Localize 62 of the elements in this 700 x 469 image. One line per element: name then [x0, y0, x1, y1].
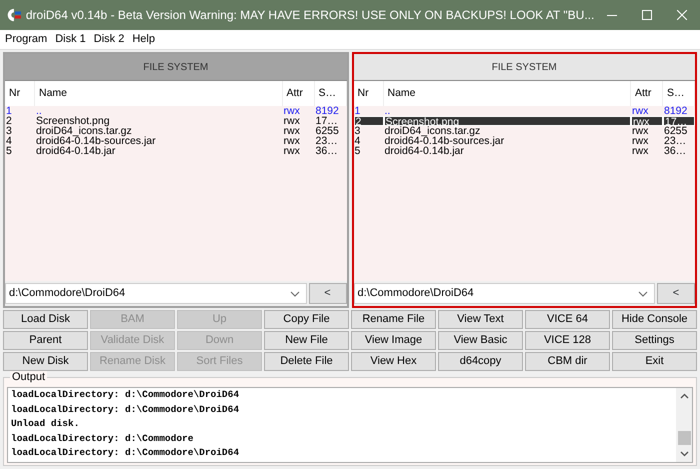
action-button[interactable]: VICE 64	[525, 310, 610, 329]
scroll-up-icon[interactable]	[680, 393, 688, 399]
path-dropdown[interactable]: d:\Commodore\DroiD64	[354, 283, 655, 304]
action-button[interactable]: Settings	[612, 331, 697, 350]
window-title: droiD64 v0.14b - Beta Version Warning: MAY HAVE ERRORS! USE ONLY ON BACKUPS! LOOK AT "BU...	[24, 7, 594, 24]
console-line: loadLocalDirectory: d:\Commodore\DroiD64	[11, 388, 240, 402]
file-row[interactable]: 3 droiD64_icons.tar.gz rwx 6255	[354, 126, 695, 136]
file-row[interactable]: 2 Screenshot.png rwx 17…	[5, 116, 346, 126]
file-row[interactable]: 3 droiD64_icons.tar.gz rwx 6255	[5, 126, 346, 136]
action-button[interactable]: Load Disk	[3, 310, 88, 329]
column-header[interactable]: Nr	[5, 81, 35, 106]
action-button[interactable]: Delete File	[264, 352, 349, 371]
caret-icon[interactable]	[290, 290, 300, 296]
action-button[interactable]: CBM dir	[525, 352, 610, 371]
menu-item[interactable]: Disk 1	[55, 31, 86, 48]
scrollbar[interactable]	[676, 388, 692, 462]
back-button[interactable]: <	[308, 283, 346, 304]
column-header[interactable]: Name	[35, 81, 282, 106]
scroll-down-icon[interactable]	[680, 451, 688, 457]
action-button[interactable]: New File	[264, 331, 349, 350]
minimize-icon[interactable]	[606, 14, 617, 16]
action-button[interactable]: d64copy	[438, 352, 523, 371]
menu-item[interactable]: Program	[5, 31, 48, 48]
file-row[interactable]: 2 Screenshot.png rwx 17…	[354, 116, 695, 126]
menu-item[interactable]: Help	[132, 31, 155, 48]
app-logo-icon	[6, 7, 22, 23]
file-row[interactable]: 1 .. rwx 8192	[5, 106, 346, 116]
action-button[interactable]: View Image	[351, 331, 436, 350]
console-line: loadLocalDirectory: d:\Commodore\DroiD64	[11, 402, 240, 416]
back-button[interactable]: <	[657, 283, 695, 304]
column-header[interactable]: Nr	[354, 81, 384, 106]
console-line: loadLocalDirectory: d:\Commodore	[11, 432, 194, 446]
file-row[interactable]: 4 droid64-0.14b-sources.jar rwx 23…	[354, 136, 695, 146]
maximize-icon[interactable]	[642, 10, 652, 20]
action-button[interactable]: View Text	[438, 310, 523, 329]
panel-header: FILE SYSTEM	[5, 54, 346, 81]
file-row[interactable]: 1 .. rwx 8192	[354, 106, 695, 116]
scroll-thumb[interactable]	[678, 431, 690, 445]
file-row[interactable]: 5 droid64-0.14b.jar rwx 36…	[5, 146, 346, 156]
column-header[interactable]: Name	[384, 81, 631, 106]
action-button[interactable]: VICE 128	[525, 331, 610, 350]
column-header[interactable]: Attr	[282, 81, 314, 106]
action-button[interactable]: Exit	[612, 352, 697, 371]
file-row[interactable]: 5 droid64-0.14b.jar rwx 36…	[354, 146, 695, 156]
close-icon[interactable]	[677, 10, 688, 20]
action-button[interactable]: Rename File	[351, 310, 436, 329]
menu-item[interactable]: Disk 2	[94, 31, 124, 48]
file-row[interactable]: 4 droid64-0.14b-sources.jar rwx 23…	[5, 136, 346, 146]
console-line: loadLocalDirectory: d:\Commodore\DroiD64	[11, 446, 240, 460]
action-button[interactable]: View Basic	[438, 331, 523, 350]
action-button[interactable]: Hide Console	[612, 310, 697, 329]
path-dropdown[interactable]: d:\Commodore\DroiD64	[5, 283, 306, 304]
action-button[interactable]: New Disk	[3, 352, 88, 371]
action-button[interactable]: Copy File	[264, 310, 349, 329]
action-button[interactable]: Parent	[3, 331, 88, 350]
column-header[interactable]: S…	[663, 81, 695, 106]
caret-icon[interactable]	[638, 290, 648, 296]
action-button[interactable]: View Hex	[351, 352, 436, 371]
console-line: Unload disk.	[11, 417, 80, 431]
column-header[interactable]: Attr	[631, 81, 663, 106]
column-header[interactable]: S…	[314, 81, 346, 106]
output-label: Output	[10, 371, 48, 383]
